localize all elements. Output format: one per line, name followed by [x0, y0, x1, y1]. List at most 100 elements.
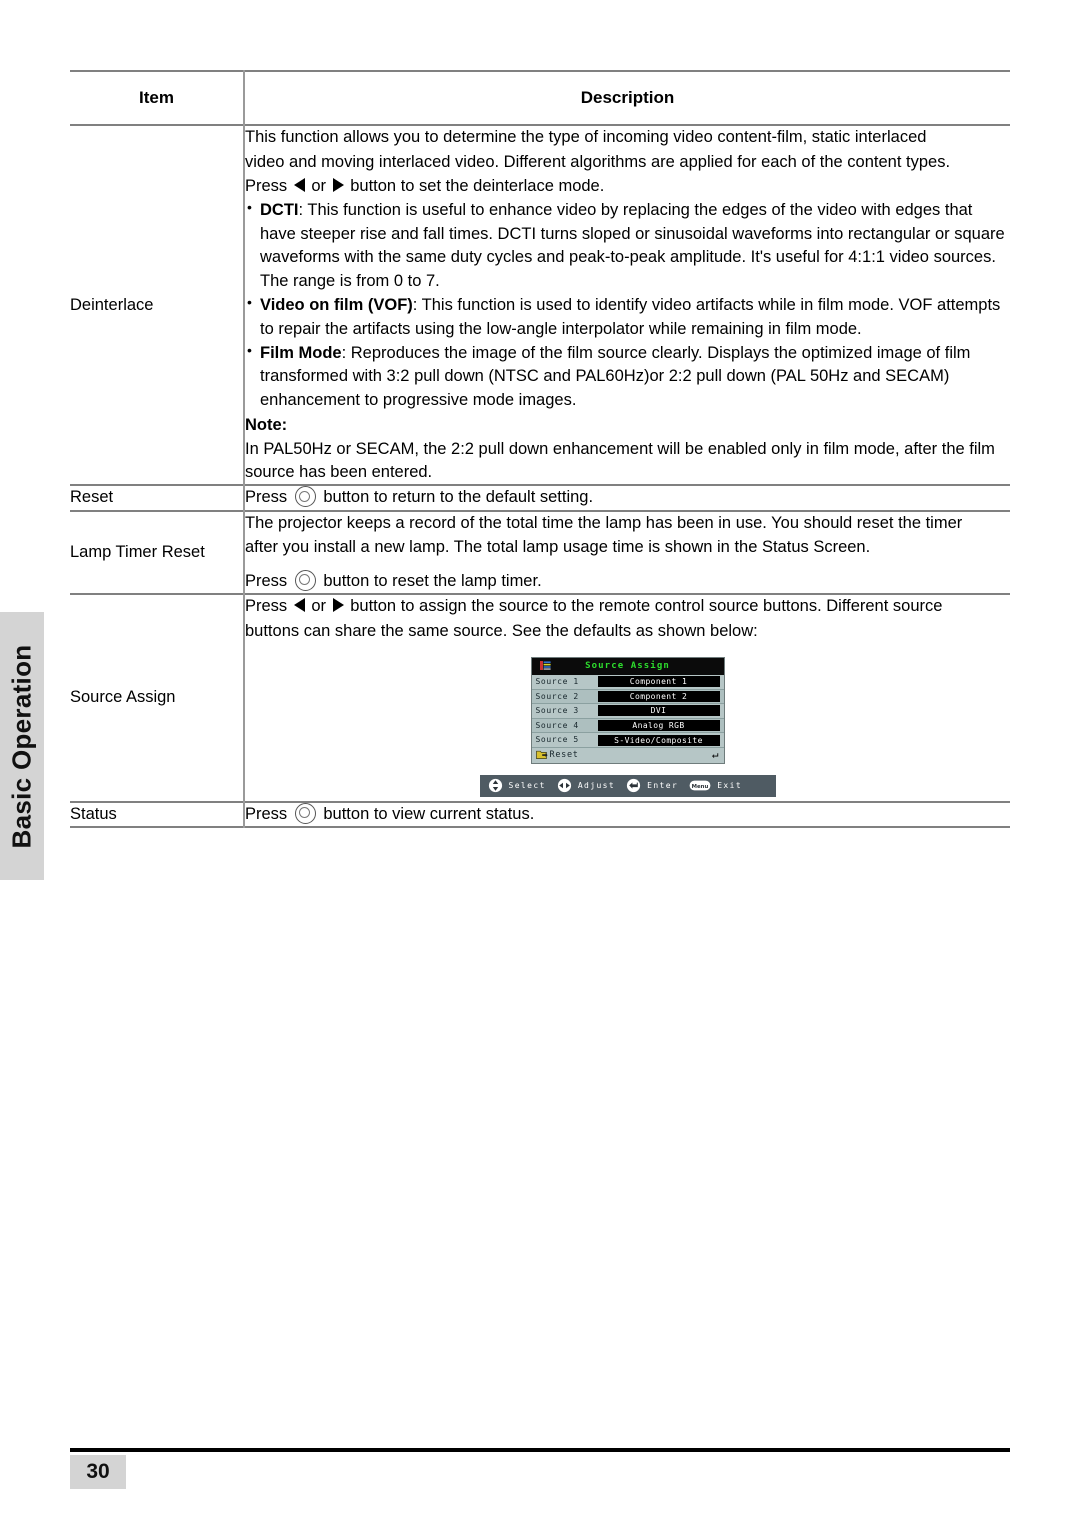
osd-value: S-Video/Composite: [597, 734, 720, 746]
hint-adjust: Adjust: [557, 778, 615, 793]
list-item: Video on film (VOF): This function is us…: [245, 293, 1010, 341]
press-prefix: Press: [245, 176, 288, 195]
deinterlace-bullet-list: DCTI: This function is useful to enhance…: [245, 198, 1010, 412]
list-item: Film Mode: Reproduces the image of the f…: [245, 341, 1010, 412]
osd-value: Analog RGB: [597, 720, 720, 732]
status-press-line: Press button to view current status.: [245, 802, 1010, 826]
press-suffix: button to view current status.: [323, 804, 535, 823]
bullet-text-dcti: : This function is useful to enhance vid…: [260, 201, 1005, 290]
hint-enter: Enter: [626, 778, 678, 793]
osd-value: Component 1: [597, 676, 720, 688]
row-item-deinterlace: Deinterlace: [70, 125, 245, 486]
osd-row-source-5[interactable]: Source 5 S-Video/Composite: [531, 733, 724, 748]
enter-arrow-icon: ↵: [711, 748, 719, 762]
list-item: DCTI: This function is useful to enhance…: [245, 198, 1010, 293]
row-item-status: Status: [70, 801, 245, 828]
deinterlace-intro-line-2: video and moving interlaced video. Diffe…: [245, 152, 951, 171]
press-prefix: Press: [245, 804, 288, 823]
left-right-arrows-icon: [557, 779, 571, 793]
reset-press-line: Press button to return to the default se…: [245, 486, 1010, 509]
osd-row-source-4[interactable]: Source 4 Analog RGB: [531, 718, 724, 734]
up-down-arrows-icon: [488, 779, 502, 793]
row-item-lamp-timer-reset: Lamp Timer Reset: [70, 510, 245, 595]
table-row: Lamp Timer Reset The projector keeps a r…: [70, 510, 1010, 595]
press-prefix: Press: [245, 571, 288, 590]
hint-label: Select: [508, 781, 546, 791]
note-label: Note:: [245, 416, 288, 435]
osd-row-source-2[interactable]: Source 2 Component 2: [531, 689, 724, 705]
press-prefix: Press: [245, 488, 288, 507]
row-description-status: Press button to view current status.: [244, 802, 1010, 827]
folder-reset-icon: [535, 751, 548, 760]
table-header-item: Item: [70, 71, 245, 126]
osd-label: Source 4: [535, 720, 579, 730]
deinterlace-press-line: Press or button to set the deinterlace m…: [245, 175, 1010, 198]
osd-reset-label: Reset: [549, 750, 579, 761]
hint-label: Enter: [647, 781, 679, 791]
hint-label: Adjust: [577, 781, 616, 791]
right-arrow-icon: [332, 598, 344, 613]
menu-button-icon: Menu: [689, 781, 711, 791]
table-header-description: Description: [580, 88, 675, 107]
row-description-reset: Press button to return to the default se…: [244, 485, 1010, 510]
row-description-deinterlace: This function allows you to determine th…: [244, 125, 1010, 485]
osd-title-text: Source Assign: [585, 660, 670, 671]
source-list-icon: [539, 660, 551, 670]
footer-divider: [70, 1448, 1010, 1452]
osd-title-bar: Source Assign: [531, 657, 724, 675]
left-arrow-icon: [293, 598, 305, 613]
osd-panel: Source Assign Source 1 Component 1 Sourc…: [530, 656, 725, 764]
osd-label: Source 3: [535, 706, 579, 716]
osd-label: Source 5: [535, 735, 579, 745]
lamp-timer-line-1: The projector keeps a record of the tota…: [245, 513, 963, 532]
osd-label: Source 2: [535, 691, 579, 701]
row-item-source-assign: Source Assign: [70, 594, 245, 802]
lamp-timer-press-line: Press button to reset the lamp timer.: [245, 569, 1010, 593]
menu-button-text: Menu: [692, 785, 709, 791]
bullet-text-film-mode: : Reproduces the image of the film sourc…: [260, 343, 971, 409]
chapter-side-tab-label: Basic Operation: [6, 644, 37, 848]
enter-button-icon: [294, 802, 316, 824]
press-mid: or: [311, 176, 327, 195]
page-number: 30: [70, 1455, 126, 1489]
table-row: Deinterlace This function allows you to …: [70, 125, 1010, 486]
note-text: In PAL50Hz or SECAM, the 2:2 pull down e…: [245, 439, 995, 482]
osd-hint-bar: Select Adjust Enter Menu Exit: [479, 774, 776, 797]
enter-button-icon: [294, 569, 316, 591]
osd-row-reset[interactable]: Reset ↵: [531, 747, 724, 763]
row-item-reset: Reset: [70, 485, 245, 511]
hint-label: Exit: [717, 781, 743, 791]
osd-value: Component 2: [597, 690, 720, 702]
osd-label: Source 1: [535, 677, 579, 687]
press-suffix: button to set the deinterlace mode.: [350, 176, 605, 195]
deinterlace-intro-line-1: This function allows you to determine th…: [245, 128, 927, 147]
left-arrow-icon: [293, 177, 305, 192]
settings-description-table: Item Description Deinterlace This functi…: [70, 70, 1010, 828]
press-suffix: button to reset the lamp timer.: [323, 571, 542, 590]
table-row: Status Press button to view current stat…: [70, 801, 1010, 828]
chapter-side-tab: Basic Operation: [0, 612, 44, 880]
press-mid: or: [311, 597, 327, 616]
osd-value: DVI: [597, 705, 720, 717]
lamp-timer-line-2: after you install a new lamp. The total …: [245, 538, 871, 557]
osd-screenshot: Source Assign Source 1 Component 1 Sourc…: [479, 656, 776, 797]
press-suffix: button to assign the source to the remot…: [350, 597, 943, 616]
source-assign-intro-line-2: buttons can share the same source. See t…: [245, 621, 758, 640]
bullet-term-dcti: DCTI: [260, 201, 299, 220]
osd-row-source-1[interactable]: Source 1 Component 1: [531, 674, 724, 690]
press-suffix: button to return to the default setting.: [323, 488, 594, 507]
enter-button-icon: [294, 486, 316, 508]
source-assign-intro-line-1: Press or button to assign the source to …: [245, 595, 1010, 618]
hint-select: Select: [488, 778, 546, 793]
osd-row-source-3[interactable]: Source 3 DVI: [531, 704, 724, 719]
hint-exit: Menu Exit: [689, 778, 742, 793]
table-row: Reset Press button to return to the defa…: [70, 485, 1010, 511]
table-row: Source Assign Press or button to assign …: [70, 594, 1010, 802]
bullet-term-film-mode: Film Mode: [260, 343, 342, 362]
bullet-term-vof: Video on film (VOF): [260, 296, 413, 315]
row-description-source-assign: Press or button to assign the source to …: [244, 594, 1010, 802]
right-arrow-icon: [332, 177, 344, 192]
row-description-lamp-timer-reset: The projector keeps a record of the tota…: [244, 511, 1010, 594]
press-prefix: Press: [245, 597, 288, 616]
table-header-row: Item Description: [70, 71, 1010, 126]
